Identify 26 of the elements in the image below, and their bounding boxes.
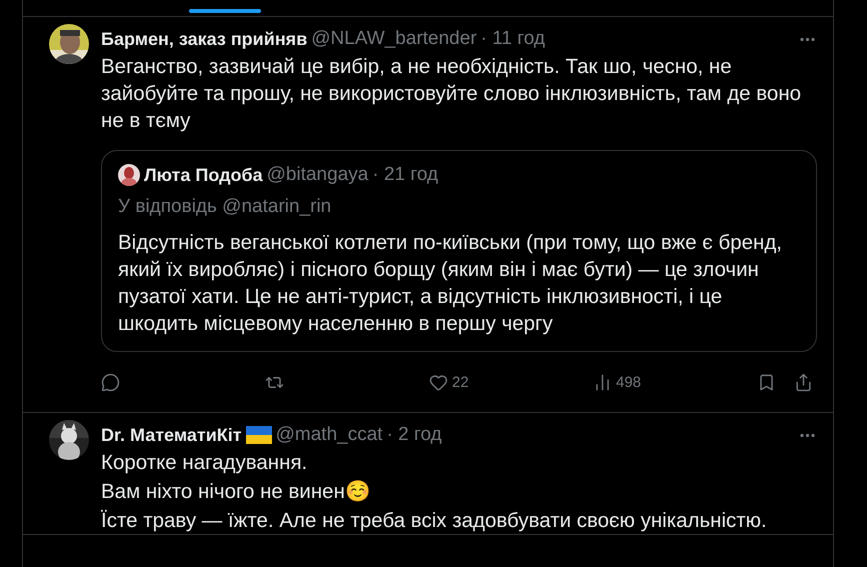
views-button[interactable]: 498 bbox=[593, 372, 653, 392]
bookmark-button[interactable] bbox=[757, 372, 776, 392]
handle[interactable]: @math_ccat bbox=[276, 424, 383, 446]
display-name[interactable]: Люта Подоба bbox=[144, 164, 263, 186]
timestamp[interactable]: · 11 год bbox=[480, 28, 546, 50]
tweet-text: Коротке нагадування. bbox=[101, 450, 308, 476]
display-name[interactable]: Dr. МатематиКіт bbox=[101, 424, 242, 446]
quote-card[interactable] bbox=[101, 150, 817, 352]
share-icon bbox=[794, 372, 813, 392]
tweet-text: Вам ніхто нічого не винен☺ bbox=[101, 479, 372, 505]
display-name[interactable]: Бармен, заказ прийняв bbox=[101, 28, 308, 50]
tweet-card[interactable]: Dr. МатематиКіт @math_ccat · 2 год Коротке нагадування. Вам ніхто нічого не винен☺ Їсте траву — їжте. Але не треба всіх задовбувати своєю унікальністю. bbox=[23, 413, 833, 535]
quote-text: Відсутність веганської котлети по-київськи (при тому, що вже є бренд, який їх виробляє) і пісного борщу (яким він і має бути) — це злочин пузатої хати. Це не анті-турист, а відсутність інклюзивності, і це шкодить місцевому населенню в першу чергу bbox=[118, 230, 783, 337]
share-button[interactable] bbox=[794, 372, 813, 392]
heart-icon bbox=[429, 372, 448, 392]
handle[interactable]: @NLAW_bartender bbox=[311, 28, 477, 50]
handle[interactable]: @bitangaya bbox=[266, 164, 368, 186]
timestamp[interactable]: · 2 год bbox=[386, 424, 442, 446]
tweet-text: Їсте траву — їжте. Але не треба всіх задовбувати своєю унікальністю. bbox=[101, 508, 768, 534]
like-button[interactable]: 22 bbox=[429, 372, 489, 392]
bar-chart-icon bbox=[593, 372, 612, 392]
bookmark-icon bbox=[757, 372, 776, 392]
reply-to-text: У відповідь @natarin_rin bbox=[118, 195, 332, 219]
reply-icon bbox=[101, 372, 120, 392]
timestamp[interactable]: · 21 год bbox=[372, 164, 438, 186]
tweet-text: Веганство, зазвичай це вибір, а не необхідність. Так шо, чесно, не зайобуйте та прошу, не використовуйте слово інклюзивність, там де воно не в тєму bbox=[101, 54, 802, 134]
